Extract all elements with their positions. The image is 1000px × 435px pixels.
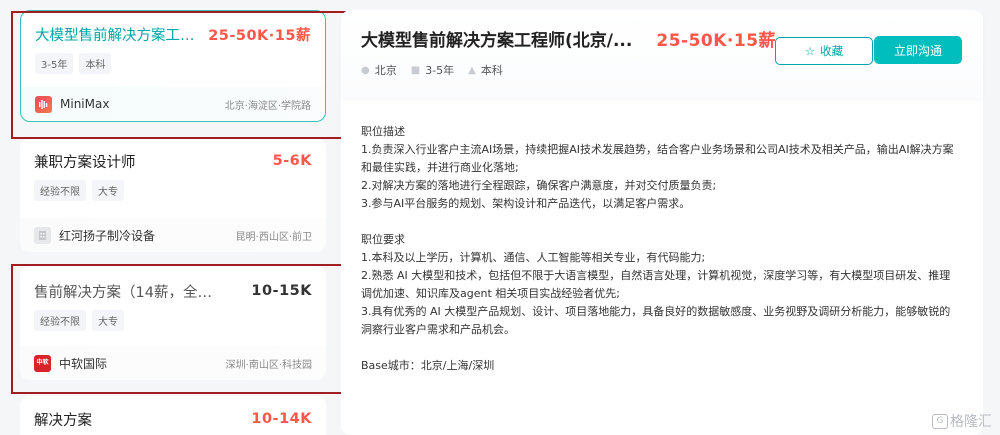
minimax-logo-icon — [35, 95, 52, 113]
detail-education: 本科 — [480, 64, 503, 77]
company-name: MiniMax — [60, 97, 110, 111]
watermark-text: 格隆汇 — [950, 414, 992, 430]
description-line: 1.负责深入行业客户主流AI场景，持续把握AI技术发展趋势，结合客户业务场景和公… — [361, 143, 954, 174]
location-pin-icon: ● — [361, 64, 370, 76]
company-row[interactable]: MiniMax 北京·海淀区·学院路 — [21, 87, 325, 121]
job-description: 职位描述 1.负责深入行业客户主流AI场景，持续把握AI技术发展趋势，结合客户业… — [361, 123, 961, 375]
favorite-button[interactable]: ☆ 收藏 — [775, 37, 873, 65]
requirements-heading: 职位要求 — [361, 233, 405, 246]
job-salary: 10-14K — [251, 411, 312, 427]
detail-city: 北京 — [374, 64, 397, 77]
job-list: 大模型售前解决方案工程师... 25-50K·15薪 3-5年 本科 MiniM… — [0, 0, 355, 435]
description-line: 3.参与AI平台服务的规划、架构设计和产品迭代，以满足客户需求。 — [361, 197, 691, 210]
description-line: 2.对解决方案的落地进行全程跟踪，确保客户满意度，并对交付质量负责; — [361, 179, 717, 192]
job-title[interactable]: 解决方案 — [34, 409, 92, 430]
job-card[interactable]: 解决方案 10-14K — [20, 396, 326, 435]
job-card[interactable]: 大模型售前解决方案工程师... 25-50K·15薪 3-5年 本科 MiniM… — [20, 10, 326, 122]
company-row[interactable]: 中软 中软国际 深圳·南山区·科技园 — [20, 346, 326, 380]
job-tag: 经验不限 — [34, 180, 86, 201]
company-location: 昆明·西山区·前卫 — [235, 231, 312, 243]
base-city: Base城市：北京/上海/深圳 — [361, 359, 495, 372]
job-salary: 25-50K·15薪 — [208, 27, 311, 44]
detail-experience: 3-5年 — [425, 64, 455, 77]
description-heading: 职位描述 — [361, 125, 405, 138]
chinasoft-logo-icon: 中软 — [34, 354, 51, 372]
job-title[interactable]: 兼职方案设计师 — [34, 151, 136, 172]
company-row[interactable]: 红河扬子制冷设备 昆明·西山区·前卫 — [20, 218, 326, 252]
job-tag: 3-5年 — [35, 53, 74, 74]
job-tag: 本科 — [79, 53, 112, 74]
requirement-line: 1.本科及以上学历，计算机、通信、人工智能等相关专业，有代码能力; — [361, 251, 706, 264]
company-location: 北京·海淀区·学院路 — [224, 100, 311, 112]
detail-title: 大模型售前解决方案工程师(北京/... — [361, 31, 633, 51]
job-detail-panel: 大模型售前解决方案工程师(北京/... 25-50K·15薪 ● 北京 ■ 3-5年… — [341, 10, 983, 435]
job-card[interactable]: 兼职方案设计师 5-6K 经验不限 大专 红河扬子制冷设备 昆明·西山区·前卫 — [20, 138, 326, 252]
company-name: 中软国际 — [59, 356, 108, 371]
job-salary: 5-6K — [272, 153, 312, 169]
job-tag: 大专 — [92, 180, 124, 201]
job-title[interactable]: 售前解决方案（14薪，全额社保... — [34, 281, 224, 302]
job-tag: 经验不限 — [34, 310, 86, 331]
detail-header: 大模型售前解决方案工程师(北京/... 25-50K·15薪 ● 北京 ■ 3-5年… — [341, 10, 983, 98]
requirement-line: 3.具有优秀的 AI 大模型产品规划、设计、项目落地能力，具备良好的数据敏感度、… — [361, 305, 951, 336]
watermark-logo-icon: G — [932, 413, 948, 429]
graduation-cap-icon: ▲ — [468, 64, 476, 76]
detail-meta: ● 北京 ■ 3-5年 ▲ 本科 — [361, 62, 503, 78]
company-name: 红河扬子制冷设备 — [59, 228, 156, 243]
star-icon: ☆ — [804, 44, 816, 58]
job-tag: 大专 — [92, 310, 124, 331]
briefcase-icon: ■ — [410, 64, 421, 76]
job-card[interactable]: 售前解决方案（14薪，全额社保... 10-15K 经验不限 大专 中软 中软国… — [20, 266, 326, 380]
company-logo-icon — [34, 226, 51, 244]
watermark: G 格隆汇 — [932, 411, 992, 431]
job-title[interactable]: 大模型售前解决方案工程师... — [35, 24, 208, 45]
job-salary: 10-15K — [251, 283, 312, 299]
requirement-line: 2.熟悉 AI 大模型和技术，包括但不限于大语言模型，自然语言处理，计算机视觉，… — [361, 269, 951, 300]
detail-salary: 25-50K·15薪 — [656, 31, 777, 51]
favorite-label: 收藏 — [820, 44, 844, 58]
company-location: 深圳·南山区·科技园 — [225, 359, 312, 371]
chat-now-button[interactable]: 立即沟通 — [874, 36, 962, 64]
